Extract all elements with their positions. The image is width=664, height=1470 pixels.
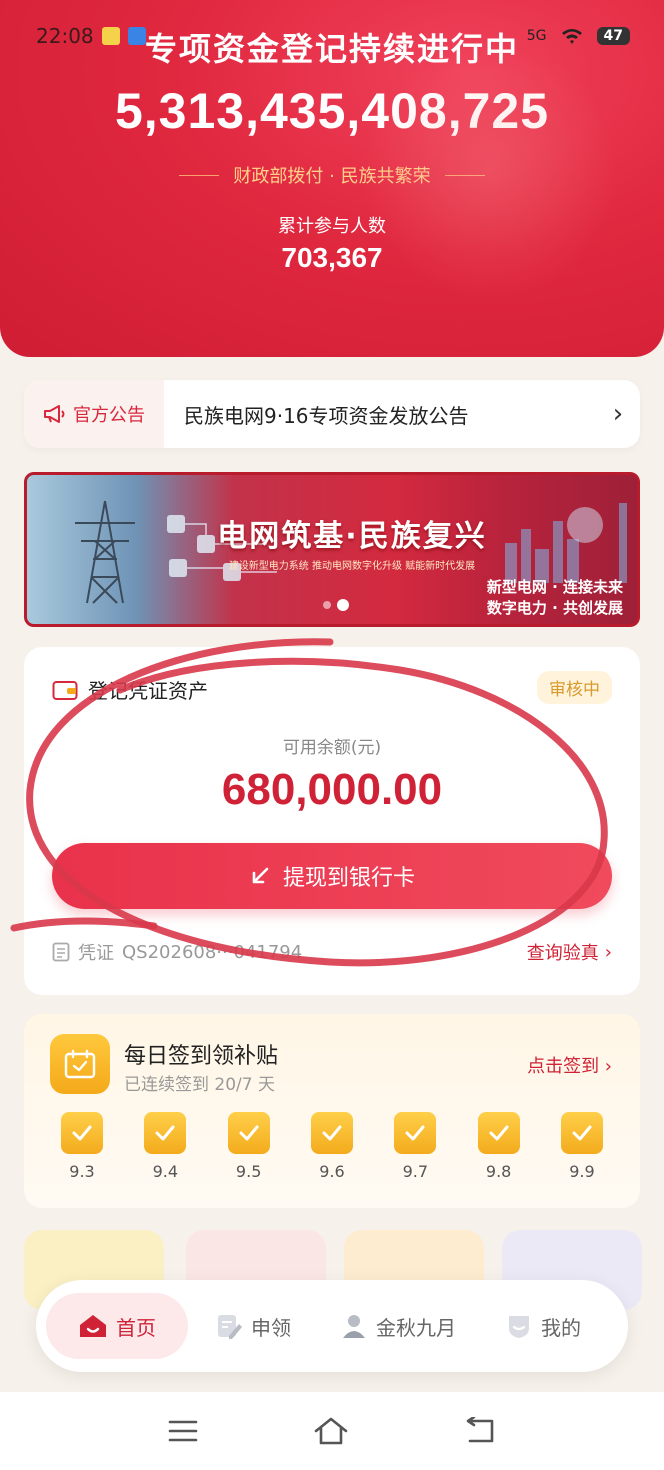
checkin-day: 9.5 [227,1112,271,1181]
checkin-day: 9.4 [143,1112,187,1181]
checkin-days: 9.3 9.4 9.5 9.6 9.7 9.8 9.9 [60,1112,604,1181]
bottom-tab-bar: 首页 申领 金秋九月 我的 [36,1280,628,1372]
checkin-date: 9.4 [152,1162,179,1181]
balance-amount: 680,000.00 [221,765,443,814]
daily-checkin-card: 每日签到领补贴 已连续签到 20/7 天 点击签到 › 9.3 9.4 9.5 … [24,1014,640,1208]
checkin-title: 每日签到领补贴 [124,1044,279,1069]
checkin-day: 9.6 [310,1112,354,1181]
certificate-number: QS202608···041794 [122,941,303,963]
checkin-day: 9.8 [477,1112,521,1181]
wifi-icon [561,29,582,44]
banner-title: 电网筑基·民族复兴 [217,519,487,554]
message-notification-icon [127,27,146,45]
verify-link[interactable]: 查询验真 › [527,939,612,965]
banner-slogan: 新型电网 · 连接未来 数字电力 · 共创发展 [487,577,623,619]
banner-subtitle: 建设新型电力系统 推动电网数字化升级 赋能新时代发展 [228,561,476,572]
asset-card: 登记凭证资产 审核中 可用余额(元) 680,000.00 提现到银行卡 凭证 … [24,647,640,995]
participant-count-label: 累计参与人数 [278,216,386,237]
withdraw-button[interactable]: 提现到银行卡 [52,843,612,909]
user-icon [343,1315,365,1338]
tab-apply-label: 申领 [251,1315,291,1340]
profile-shield-icon [509,1316,529,1338]
announcement-bar[interactable]: 官方公告 民族电网9·16专项资金发放公告 › [24,380,640,448]
checkin-day: 9.7 [393,1112,437,1181]
tab-me-label: 我的 [541,1315,581,1340]
withdraw-button-label: 提现到银行卡 [282,866,415,891]
power-tower-icon [75,500,135,604]
announcement-tag-label: 官方公告 [73,405,145,426]
home-nav-icon[interactable] [313,1416,349,1446]
status-badge: 审核中 [537,671,612,704]
asset-title: 登记凭证资产 [88,679,208,703]
carousel-indicator[interactable] [323,599,349,611]
megaphone-icon [44,405,65,423]
hero-total-amount: 5,313,435,408,725 [114,83,550,139]
chevron-right-icon: › [604,941,612,963]
tab-home[interactable]: 首页 [46,1293,188,1359]
banner-slogan-line1: 新型电网 · 连接未来 [486,578,623,596]
tab-autumn-label: 金秋九月 [376,1315,456,1340]
checkin-date: 9.5 [235,1162,262,1181]
certificate-info: 凭证 QS202608···041794 [52,939,302,965]
wallet-icon [52,680,78,700]
status-bar: 22:08 5G 47 [0,0,664,72]
hero-banner: 22:08 5G 47 专项资金登记持续进行中 5,313,435,408,72… [0,0,664,357]
chevron-right-icon[interactable]: › [596,399,640,429]
hero-subtitle-text: 财政部拨付 · 民族共繁荣 [233,166,431,187]
announcement-text[interactable]: 民族电网9·16专项资金发放公告 [164,400,596,429]
checkin-button[interactable]: 点击签到 › [527,1052,612,1078]
certificate-row: 凭证 QS202608···041794 查询验真 › [52,939,612,965]
battery-indicator: 47 [596,27,630,45]
check-icon [310,1112,353,1154]
tab-autumn[interactable]: 金秋九月 [318,1293,478,1359]
check-icon [477,1112,520,1154]
announcement-tag: 官方公告 [24,380,164,448]
carousel-dot[interactable] [323,601,331,609]
checkin-button-label: 点击签到 [527,1056,600,1077]
checkin-date: 9.9 [569,1162,595,1181]
verify-link-label: 查询验真 [526,943,599,964]
checkin-date: 9.6 [319,1162,345,1181]
checkin-streak: 已连续签到 20/7 天 [124,1075,275,1095]
tab-me[interactable]: 我的 [478,1293,608,1359]
certificate-label: 凭证 [78,943,114,964]
check-icon [227,1112,270,1154]
check-icon [560,1112,603,1154]
tab-home-label: 首页 [116,1315,156,1340]
banner-slogan-line2: 数字电力 · 共创发展 [486,599,623,617]
carousel-dot-active[interactable] [337,599,349,611]
system-navigation-bar [0,1392,664,1470]
hero-subtitle: 财政部拨付 · 民族共繁荣 [0,162,664,188]
back-icon[interactable] [464,1417,496,1445]
promo-banner[interactable]: 电网筑基·民族复兴 建设新型电力系统 推动电网数字化升级 赋能新时代发展 新型电… [24,472,640,627]
checkin-date: 9.7 [402,1162,429,1181]
city-skyline-graphic [505,503,627,583]
tab-apply[interactable]: 申领 [188,1293,318,1359]
check-icon [61,1112,103,1154]
checkin-day: 9.9 [560,1112,604,1181]
checkin-date: 9.8 [485,1162,512,1181]
network-label: 5G [526,28,547,44]
checkin-date: 9.3 [69,1162,95,1181]
check-icon [394,1112,437,1154]
arrow-down-left-icon [252,867,269,884]
balance-label: 可用余额(元) [282,738,382,758]
app-notification-icon [101,27,120,45]
checkin-day: 9.3 [60,1112,104,1181]
calendar-check-icon [50,1034,110,1094]
participant-count: 703,367 [281,242,383,273]
asset-header: 登记凭证资产 [52,675,208,704]
status-time: 22:08 [36,24,94,48]
check-icon [144,1112,187,1154]
home-icon [80,1315,106,1337]
menu-icon[interactable] [168,1419,198,1443]
document-icon [52,942,70,962]
edit-document-icon [218,1315,242,1339]
